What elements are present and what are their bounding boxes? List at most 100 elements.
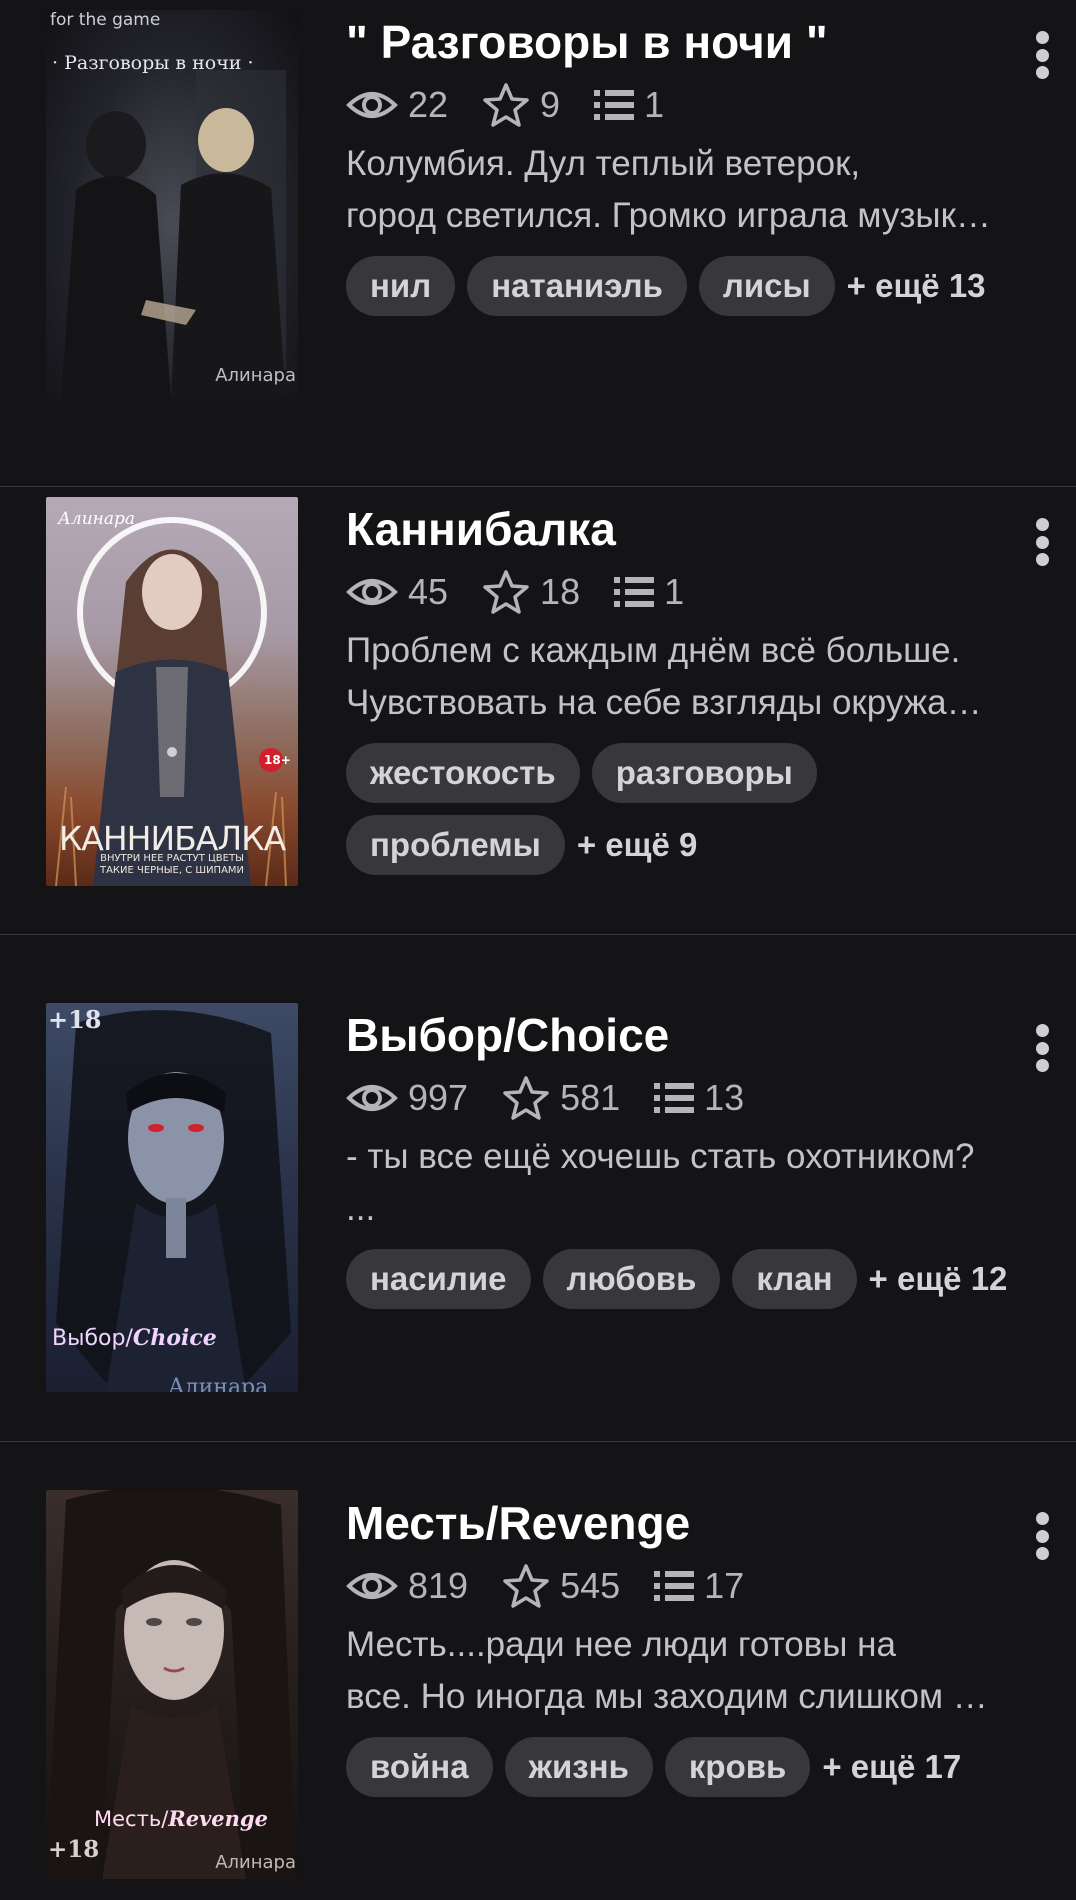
story-description: - ты все ещё хочешь стать охотником? ... (346, 1131, 1036, 1235)
more-vertical-icon[interactable] (1022, 1506, 1062, 1566)
story-stats: 45 18 1 (346, 567, 1036, 617)
story-title[interactable]: Каннибалка (346, 501, 1036, 557)
cover-title: · Разговоры в ночи · (52, 52, 254, 74)
story-cover[interactable]: Алинара 18+ КАННИБАЛКА ВНУТРИ НЕЕ РАСТУТ… (46, 497, 298, 886)
tag-chip[interactable]: натаниэль (467, 256, 687, 316)
more-vertical-icon[interactable] (1022, 512, 1062, 572)
story-info: Месть/Revenge 819 545 17 Месть....ради н… (346, 1495, 1036, 1809)
story-stats: 997 581 13 (346, 1073, 1036, 1123)
tag-chip[interactable]: насилие (346, 1249, 531, 1309)
views-stat: 22 (346, 84, 448, 126)
story-info: Каннибалка 45 18 1 Проблем с каждым днём… (346, 501, 1036, 887)
chapters-count: 1 (644, 84, 665, 125)
cover-title: Месть/Revenge (94, 1806, 268, 1831)
list-icon (594, 90, 635, 120)
tag-chip[interactable]: война (346, 1737, 493, 1797)
story-stats: 819 545 17 (346, 1561, 1036, 1611)
views-stat: 819 (346, 1565, 468, 1607)
chapters-count: 1 (664, 571, 685, 612)
story-stats: 22 9 1 (346, 80, 1036, 130)
list-icon (614, 577, 655, 607)
star-icon (483, 83, 529, 127)
story-cover[interactable]: Месть/Revenge +18 Алинара (46, 1490, 298, 1879)
stars-count: 581 (560, 1077, 621, 1118)
description-line: Проблем с каждым днём всё больше. (346, 631, 961, 670)
story-card[interactable]: Алинара 18+ КАННИБАЛКА ВНУТРИ НЕЕ РАСТУТ… (0, 448, 1076, 935)
tag-list: жестокость разговоры проблемы + ещё 9 (346, 743, 876, 887)
chapters-count: 17 (704, 1565, 745, 1606)
tag-chip[interactable]: любовь (542, 1249, 721, 1309)
star-icon (483, 570, 529, 614)
cover-title: Выбор/Choice (52, 1325, 217, 1351)
star-icon (503, 1076, 549, 1120)
more-tags-link[interactable]: + ещё 17 (822, 1737, 961, 1797)
views-count: 45 (408, 571, 449, 612)
views-stat: 45 (346, 571, 448, 613)
star-icon (503, 1564, 549, 1608)
stars-count: 9 (540, 84, 561, 125)
views-count: 22 (408, 84, 449, 125)
story-feed: for the game · Разговоры в ночи · Алинар… (0, 0, 1076, 1900)
tag-chip[interactable]: жестокость (346, 743, 580, 803)
cover-author: Алинара (58, 509, 135, 529)
more-tags-link[interactable]: + ещё 13 (847, 256, 986, 316)
cover-age-badge: +18 (48, 1005, 102, 1034)
tag-list: нил натаниэль лисы + ещё 13 (346, 256, 1046, 328)
tag-chip[interactable]: жизнь (504, 1737, 653, 1797)
description-line: Месть....ради нее люди готовы на (346, 1625, 896, 1664)
story-title[interactable]: Выбор/Choice (346, 1007, 1036, 1063)
description-line: Колумбия. Дул теплый ветерок, (346, 144, 861, 183)
description-line: ... (346, 1189, 376, 1228)
tag-chip[interactable]: лисы (698, 256, 835, 316)
description-line: - ты все ещё хочешь стать охотником? (346, 1137, 975, 1176)
tag-chip[interactable]: клан (732, 1249, 857, 1309)
views-count: 997 (408, 1077, 469, 1118)
story-title[interactable]: " Разговоры в ночи " (346, 14, 1036, 70)
story-title[interactable]: Месть/Revenge (346, 1495, 1036, 1551)
cover-age-badge: 18+ (264, 753, 291, 767)
chapters-stat: 1 (614, 571, 684, 613)
story-card[interactable]: +18 Выбор/Choice Алинара Выбор/Choice 99… (0, 955, 1076, 1442)
story-info: Выбор/Choice 997 581 13 - ты все ещё хоч… (346, 1007, 1036, 1321)
story-info: " Разговоры в ночи " 22 9 1 Колумбия. Ду… (346, 14, 1036, 328)
story-cover[interactable]: for the game · Разговоры в ночи · Алинар… (46, 10, 298, 399)
list-icon (654, 1083, 695, 1113)
cover-title-en: Revenge (168, 1806, 268, 1831)
list-icon (654, 1571, 695, 1601)
tag-chip[interactable]: кровь (664, 1737, 811, 1797)
story-description: Месть....ради нее люди готовы на все. Но… (346, 1619, 1036, 1723)
tag-chip[interactable]: разговоры (591, 743, 817, 803)
cover-author: Алинара (215, 1852, 296, 1873)
tag-list: война жизнь кровь + ещё 17 (346, 1737, 1046, 1809)
more-vertical-icon[interactable] (1022, 25, 1062, 85)
story-card[interactable]: for the game · Разговоры в ночи · Алинар… (0, 0, 1076, 487)
cover-author: Алинара (215, 365, 296, 386)
story-card[interactable]: Месть/Revenge +18 Алинара Месть/Revenge … (0, 1442, 1076, 1900)
tag-chip[interactable]: проблемы (346, 815, 565, 875)
views-stat: 997 (346, 1077, 468, 1119)
more-tags-link[interactable]: + ещё 9 (577, 815, 698, 875)
stars-count: 18 (540, 571, 581, 612)
tag-chip[interactable]: нил (346, 256, 456, 316)
story-cover[interactable]: +18 Выбор/Choice Алинара (46, 1003, 298, 1392)
views-count: 819 (408, 1565, 469, 1606)
cover-top-text: for the game (50, 10, 161, 30)
tag-list: насилие любовь клан + ещё 12 (346, 1249, 1046, 1321)
cover-author: Алинара (168, 1375, 269, 1392)
story-description: Проблем с каждым днём всё больше. Чувств… (346, 625, 1036, 729)
stars-stat: 581 (502, 1075, 620, 1121)
description-line: город светился. Громко играла музык… (346, 196, 991, 235)
description-line: все. Но иногда мы заходим слишком … (346, 1677, 988, 1716)
description-line: Чувствовать на себе взгляды окружа… (346, 683, 982, 722)
stars-stat: 545 (502, 1563, 620, 1609)
cover-title-ru: Месть/ (94, 1807, 169, 1831)
cover-title-en: Choice (132, 1325, 217, 1351)
eye-icon (346, 579, 398, 605)
eye-icon (346, 1085, 398, 1111)
stars-count: 545 (560, 1565, 621, 1606)
more-vertical-icon[interactable] (1022, 1018, 1062, 1078)
chapters-count: 13 (704, 1077, 745, 1118)
more-tags-link[interactable]: + ещё 12 (869, 1249, 1008, 1309)
cover-title-ru: Выбор/ (52, 1326, 133, 1351)
chapters-stat: 1 (594, 84, 664, 126)
